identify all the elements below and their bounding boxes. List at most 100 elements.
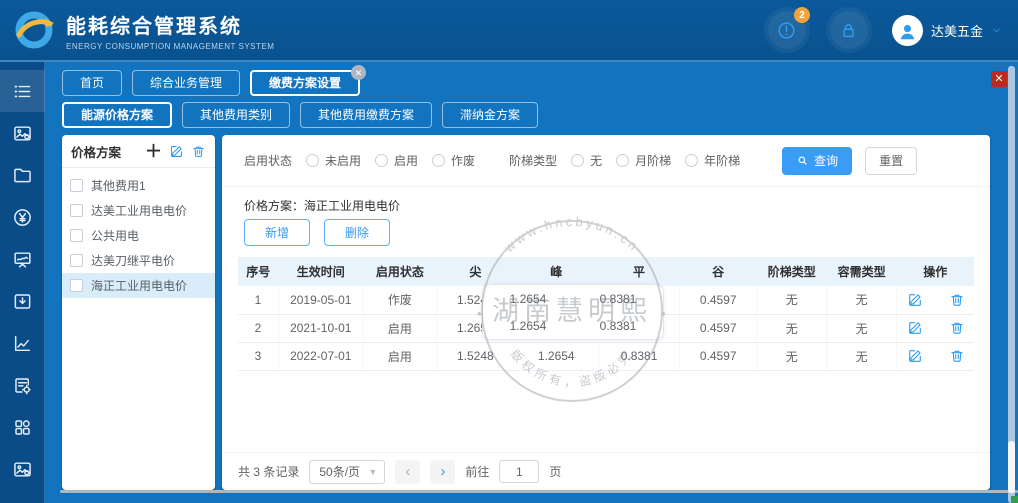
nav-tab[interactable]: 综合业务管理	[132, 70, 240, 96]
plan-list-item[interactable]: 其他费用1	[62, 173, 215, 198]
radio-icon[interactable]	[571, 154, 584, 167]
delete-row-button[interactable]	[949, 292, 965, 308]
table-cell: 无	[757, 342, 827, 370]
sidebar-item-image-gear[interactable]	[0, 448, 45, 490]
plan-item-label: 达美刀继平电价	[91, 252, 175, 269]
sidebar-item-folder[interactable]	[0, 154, 45, 196]
tab-close-icon[interactable]: ✕	[351, 65, 366, 80]
table-actions-cell	[897, 286, 974, 314]
sidebar-item-form-gear[interactable]	[0, 364, 45, 406]
horizontal-scrollbar[interactable]	[60, 490, 1018, 493]
radio-option[interactable]: 未启用	[306, 152, 361, 169]
edit-row-button[interactable]	[907, 292, 923, 308]
table-header-cell: 谷	[680, 257, 757, 286]
sidebar-item-menu-list[interactable]	[0, 70, 45, 112]
scrollbar-thumb[interactable]	[1008, 441, 1015, 493]
close-workspace-button[interactable]: ✕	[991, 71, 1007, 87]
sub-tab[interactable]: 能源价格方案	[62, 102, 172, 128]
radio-option[interactable]: 月阶梯	[616, 152, 671, 169]
next-page-button[interactable]: ›	[430, 460, 455, 484]
delete-row-button[interactable]	[949, 348, 965, 364]
table-cell: 1	[238, 286, 278, 314]
table-cell: 2021-10-01	[278, 314, 363, 342]
sidebar-item-screen-chart[interactable]	[0, 238, 45, 280]
filter-group: 启用状态未启用启用作废	[244, 152, 475, 169]
plan-list-item[interactable]: 达美刀继平电价	[62, 248, 215, 273]
floating-card-value: 1.2654	[510, 319, 547, 333]
alert-icon	[776, 20, 797, 41]
sub-tab[interactable]: 滞纳金方案	[442, 102, 538, 128]
plan-panel-title: 价格方案	[71, 142, 145, 161]
table-header-row: 序号生效时间启用状态尖峰平谷阶梯类型容需类型操作	[238, 257, 974, 286]
select-caret-icon: ▼	[368, 467, 377, 477]
sidebar-item-box-download[interactable]	[0, 280, 45, 322]
edit-plan-button[interactable]	[169, 144, 184, 159]
search-icon	[796, 154, 809, 167]
plan-checkbox[interactable]	[70, 204, 83, 217]
plan-checkbox[interactable]	[70, 179, 83, 192]
page-size-select[interactable]: 50条/页 ▼	[309, 460, 385, 484]
menu-list-icon	[12, 81, 33, 102]
search-button[interactable]: 查询	[782, 147, 852, 175]
sidebar-item-meter-config[interactable]	[0, 112, 45, 154]
edit-row-button[interactable]	[907, 320, 923, 336]
table-cell: 启用	[363, 342, 437, 370]
lock-icon	[838, 20, 859, 41]
table-cell: 0.4597	[680, 286, 757, 314]
radio-option[interactable]: 无	[571, 152, 602, 169]
radio-option[interactable]: 年阶梯	[685, 152, 740, 169]
add-row-button[interactable]: 新增	[244, 219, 310, 246]
plan-list-item[interactable]: 公共用电	[62, 223, 215, 248]
plan-list-item[interactable]: 海正工业用电电价	[62, 273, 215, 298]
box-download-icon	[12, 291, 33, 312]
table-actions-cell	[897, 314, 974, 342]
nav-tab[interactable]: 缴费方案设置✕	[250, 70, 360, 96]
delete-row-button[interactable]	[949, 320, 965, 336]
delete-rows-button[interactable]: 删除	[324, 219, 390, 246]
radio-icon[interactable]	[432, 154, 445, 167]
table-header-cell: 启用状态	[363, 257, 437, 286]
delete-plan-button[interactable]	[191, 144, 206, 159]
plan-checkbox[interactable]	[70, 254, 83, 267]
add-plan-button[interactable]: ＋	[145, 143, 162, 160]
radio-icon[interactable]	[306, 154, 319, 167]
filter-groups: 启用状态未启用启用作废阶梯类型无月阶梯年阶梯	[244, 152, 774, 169]
sidebar-item-grid-apps[interactable]	[0, 406, 45, 448]
edit-row-button[interactable]	[907, 348, 923, 364]
radio-option[interactable]: 作废	[432, 152, 475, 169]
trash-icon	[949, 348, 965, 364]
sidebar-item-line-chart[interactable]	[0, 322, 45, 364]
image-gear-icon	[12, 459, 33, 480]
table-cell: 0.4597	[680, 342, 757, 370]
logo-icon	[12, 8, 56, 52]
radio-icon[interactable]	[616, 154, 629, 167]
price-plan-panel: 价格方案 ＋ 其他费用1达美工业用电电价公共用电达美刀继平电价海正工业用电电价	[62, 135, 215, 490]
grid-apps-icon	[12, 417, 33, 438]
edit-icon	[907, 292, 923, 308]
sub-tab[interactable]: 其他费用缴费方案	[300, 102, 432, 128]
table-header-cell: 操作	[897, 257, 974, 286]
reset-button[interactable]: 重置	[865, 147, 917, 175]
radio-icon[interactable]	[685, 154, 698, 167]
notification-button[interactable]: 2	[768, 11, 806, 49]
table-cell: 无	[757, 286, 827, 314]
plan-list: 其他费用1达美工业用电电价公共用电达美刀继平电价海正工业用电电价	[62, 168, 215, 298]
sidebar-item-currency-yuan[interactable]	[0, 196, 45, 238]
radio-icon[interactable]	[375, 154, 388, 167]
sub-tab[interactable]: 其他费用类别	[182, 102, 290, 128]
radio-option[interactable]: 启用	[375, 152, 418, 169]
total-records-text: 共 3 条记录	[238, 463, 299, 480]
plan-list-item[interactable]: 达美工业用电电价	[62, 198, 215, 223]
screen-chart-icon	[12, 249, 33, 270]
prev-page-button[interactable]: ‹	[395, 460, 420, 484]
goto-page-input[interactable]	[499, 460, 539, 483]
plan-checkbox[interactable]	[70, 279, 83, 292]
currency-yuan-icon	[12, 207, 33, 228]
vertical-scrollbar[interactable]	[1008, 66, 1015, 503]
nav-tab[interactable]: 首页	[62, 70, 122, 96]
user-menu[interactable]: 达美五金	[892, 15, 1002, 46]
plan-checkbox[interactable]	[70, 229, 83, 242]
plan-item-label: 公共用电	[91, 227, 139, 244]
lock-button[interactable]	[830, 11, 868, 49]
trash-icon	[949, 320, 965, 336]
